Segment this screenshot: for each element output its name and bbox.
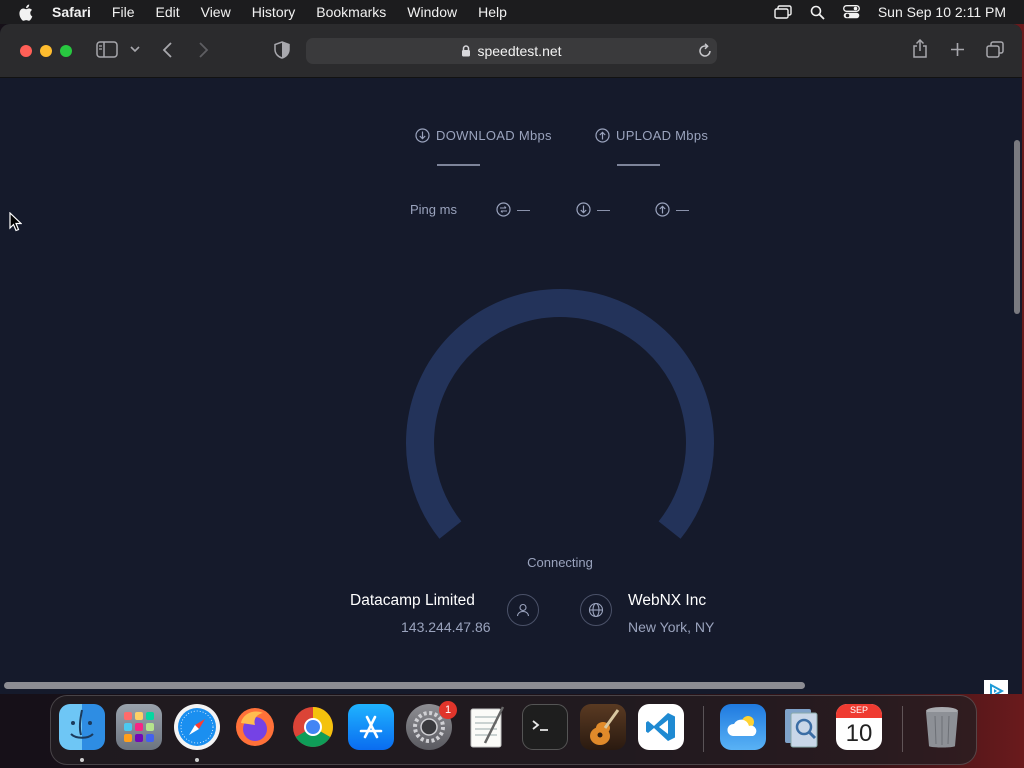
user-icon[interactable] [507,594,539,626]
menu-clock[interactable]: Sun Sep 10 2:11 PM [878,4,1006,20]
connection-status: Connecting [527,555,593,570]
terminal-prompt-icon [532,720,548,731]
jitter-readout: — [496,202,530,217]
dock-calendar[interactable]: SEP 10 [836,704,882,750]
trash-icon [926,707,958,748]
isp-ip: 143.244.47.86 [401,619,491,635]
dock-terminal[interactable] [522,704,568,750]
weather-cloud-icon [727,716,757,736]
apple-menu-icon[interactable] [18,4,34,21]
vscode-icon [646,713,675,741]
upload-arrow-icon [595,128,610,143]
sidebar-toggle-icon[interactable] [96,41,118,58]
ping-download-value: — [597,202,610,217]
settings-notification-badge: 1 [439,701,457,719]
menu-bookmarks[interactable]: Bookmarks [316,4,386,20]
app-store-icon [359,715,383,739]
back-icon[interactable] [162,42,173,58]
preview-icon [785,709,818,748]
jitter-icon [496,202,511,217]
chrome-icon [293,707,333,747]
menu-window[interactable]: Window [407,4,457,20]
menu-file[interactable]: File [112,4,135,20]
isp-name: Datacamp Limited [350,592,475,609]
zoom-window-button[interactable] [60,45,72,57]
safari-window: speedtest.net DOWNLOAD Mbps UPLOAD Mbps … [0,24,1022,694]
control-center-icon[interactable] [842,5,860,19]
menu-edit[interactable]: Edit [155,4,179,20]
vertical-scrollbar[interactable] [1010,78,1022,694]
safari-running-indicator [195,758,199,762]
calendar-month: SEP [849,705,868,715]
spotlight-search-icon[interactable] [810,5,825,20]
download-value-placeholder [437,164,480,166]
ping-upload-icon [655,202,670,217]
server-name[interactable]: WebNX Inc [628,592,706,610]
speedtest-page: DOWNLOAD Mbps UPLOAD Mbps Ping ms — — — … [0,78,1010,694]
ping-label: Ping ms [410,202,457,217]
horizontal-scrollbar[interactable] [0,678,1010,692]
dock-safari[interactable] [174,704,220,750]
menu-help[interactable]: Help [478,4,507,20]
menu-view[interactable]: View [201,4,231,20]
globe-icon[interactable] [580,594,612,626]
finder-icon [70,709,94,739]
mouse-pointer-icon [9,212,22,232]
guitar-icon [590,709,620,745]
minimize-window-button[interactable] [40,45,52,57]
download-label: DOWNLOAD Mbps [436,128,552,143]
dock-preview[interactable] [778,704,824,750]
textedit-icon [470,706,505,748]
screen-mirroring-icon[interactable] [774,5,792,19]
dock-finder[interactable] [59,704,105,750]
dock-launchpad[interactable] [116,704,162,750]
dock-firefox[interactable] [232,704,278,750]
firefox-icon [236,708,274,746]
dock-trash[interactable] [919,704,965,750]
upload-metric: UPLOAD Mbps [595,128,708,143]
share-icon[interactable] [912,39,928,59]
menu-bar: Safari File Edit View History Bookmarks … [0,0,1024,24]
safari-compass-icon [178,708,216,746]
speed-gauge [406,289,714,539]
ping-download-icon [576,202,591,217]
dock-weather[interactable] [720,704,766,750]
tab-overview-icon[interactable] [986,41,1004,58]
ping-download-readout: — [576,202,610,217]
chevron-down-icon[interactable] [130,46,140,53]
launchpad-grid-icon [124,712,154,742]
forward-icon[interactable] [198,42,209,58]
dock-app-store[interactable] [348,704,394,750]
finder-running-indicator [80,758,84,762]
ping-upload-readout: — [655,202,689,217]
reload-icon[interactable] [698,43,712,58]
menu-history[interactable]: History [252,4,296,20]
dock-separator-trash [902,706,903,752]
dock: 1 SEP 10 [50,695,977,765]
download-metric: DOWNLOAD Mbps [415,128,552,143]
dock-textedit[interactable] [464,704,510,750]
jitter-value: — [517,202,530,217]
server-location: New York, NY [628,619,715,635]
new-tab-icon[interactable] [950,42,965,57]
dock-vscode[interactable] [638,704,684,750]
browser-toolbar: speedtest.net [0,24,1022,78]
upload-value-placeholder [617,164,660,166]
ping-upload-value: — [676,202,689,217]
dock-chrome[interactable] [290,704,336,750]
url-text: speedtest.net [477,43,562,59]
menu-app-name[interactable]: Safari [52,4,91,20]
address-bar[interactable]: speedtest.net [306,38,717,64]
dock-separator [703,706,704,752]
download-arrow-icon [415,128,430,143]
privacy-shield-icon[interactable] [274,41,290,59]
calendar-day: 10 [845,720,873,747]
close-window-button[interactable] [20,45,32,57]
dock-garageband[interactable] [580,704,626,750]
upload-label: UPLOAD Mbps [616,128,709,143]
lock-icon [462,45,471,57]
